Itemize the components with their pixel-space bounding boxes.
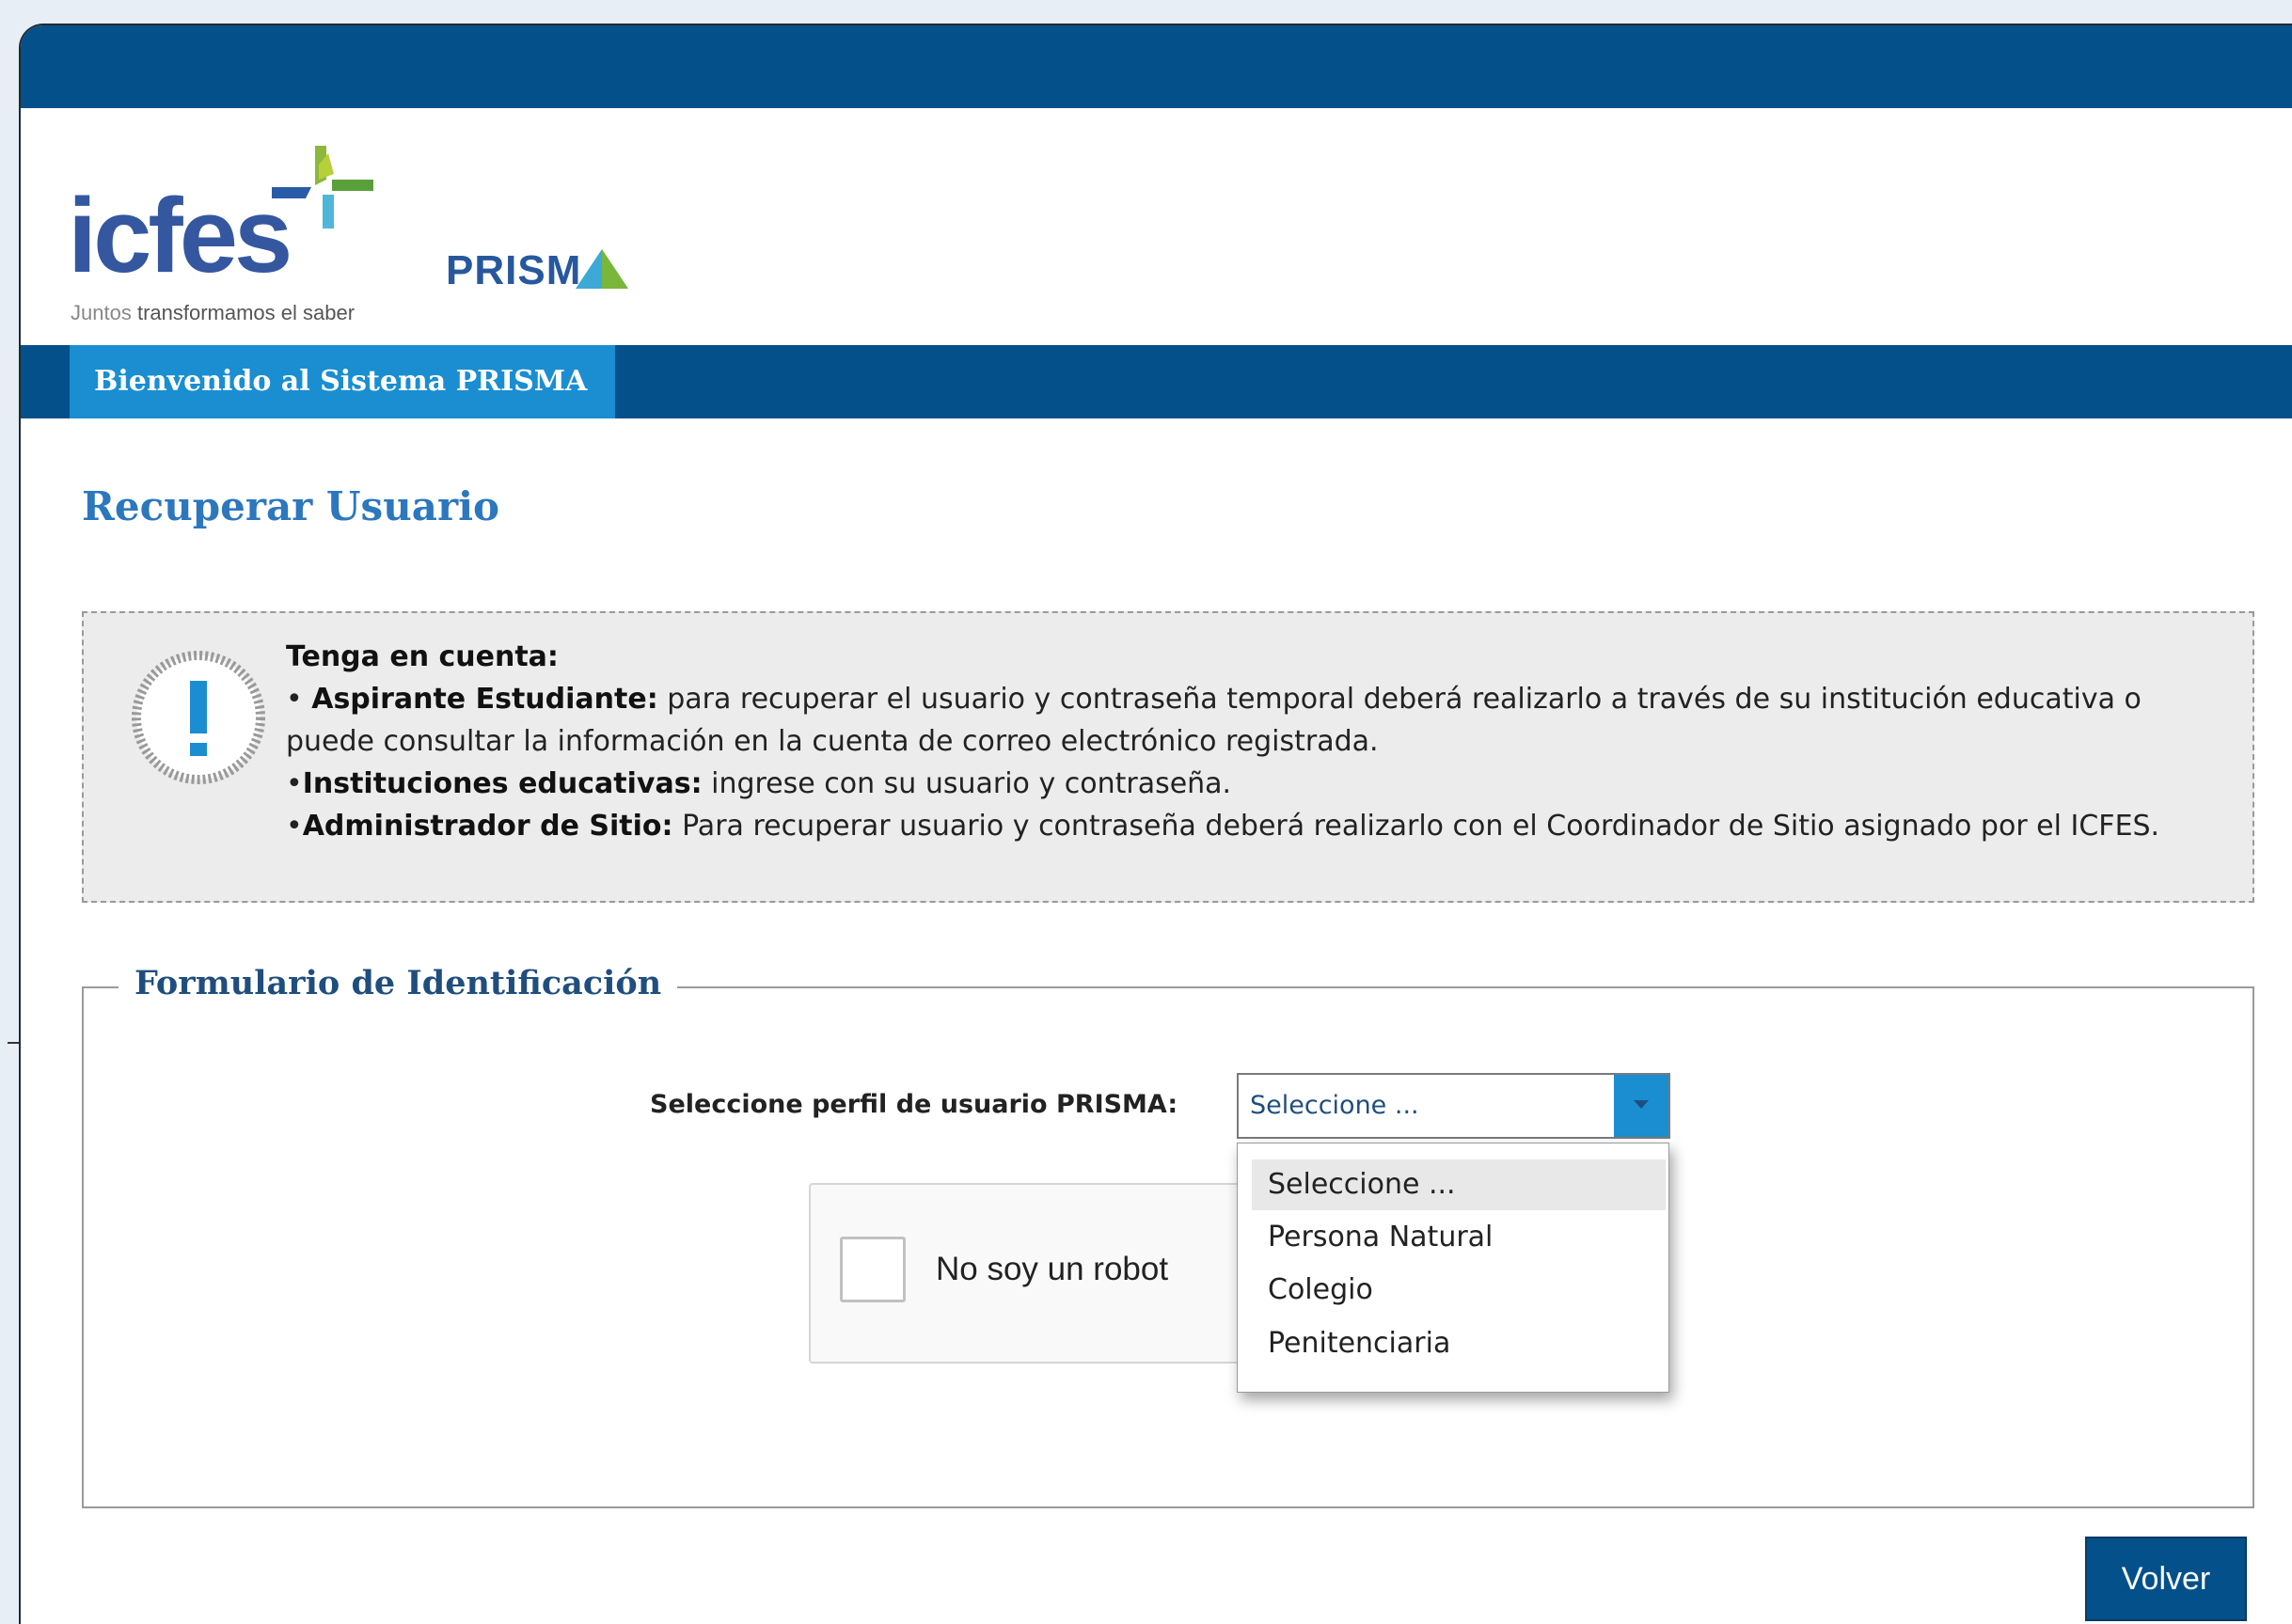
browser-window: icfes Juntos transformamos el saber PRIS… xyxy=(19,24,2292,1624)
dropdown-option[interactable]: Persona Natural xyxy=(1252,1212,1666,1263)
chevron-down-icon[interactable] xyxy=(1614,1075,1668,1137)
notice-item: • Aspirante Estudiante: para recuperar e… xyxy=(286,683,2142,758)
page-title: Recuperar Usuario xyxy=(82,483,500,529)
form-legend: Formulario de Identificación xyxy=(119,964,678,1002)
recaptcha-label: No soy un robot xyxy=(936,1251,1169,1287)
icfes-tagline: Juntos transformamos el saber xyxy=(71,301,356,324)
dropdown-option[interactable]: Colegio xyxy=(1252,1265,1666,1316)
nav-bar: Bienvenido al Sistema PRISMA xyxy=(21,345,2292,418)
alert-exclamation-icon xyxy=(132,651,265,784)
recaptcha-widget: No soy un robot xyxy=(809,1183,1251,1364)
dropdown-option[interactable]: Seleccione ... xyxy=(1252,1159,1666,1210)
profile-dropdown-list: Seleccione ... Persona Natural Colegio P… xyxy=(1237,1143,1669,1393)
profile-select-value: Seleccione ... xyxy=(1250,1091,1419,1120)
notice-text: Tenga en cuenta: • Aspirante Estudiante:… xyxy=(286,636,2233,847)
tab-welcome[interactable]: Bienvenido al Sistema PRISMA xyxy=(70,345,615,418)
profile-select-label: Seleccione perfil de usuario PRISMA: xyxy=(650,1090,1178,1119)
recaptcha-checkbox[interactable] xyxy=(840,1237,906,1302)
notice-item: •Instituciones educativas: ingrese con s… xyxy=(286,767,1232,800)
notice-item: •Administrador de Sitio: Para recuperar … xyxy=(286,810,2160,843)
icfes-plus-logo-icon xyxy=(272,146,373,229)
notice-heading: Tenga en cuenta: xyxy=(286,640,559,673)
notice-box: Tenga en cuenta: • Aspirante Estudiante:… xyxy=(82,611,2254,903)
header-logos: icfes Juntos transformamos el saber PRIS… xyxy=(21,108,2292,345)
profile-select[interactable]: Seleccione ... xyxy=(1237,1073,1670,1139)
back-button[interactable]: Volver xyxy=(2085,1537,2247,1621)
prisma-logo-text: PRISM xyxy=(446,247,582,293)
dropdown-option[interactable]: Penitenciaria xyxy=(1252,1318,1666,1369)
top-bar xyxy=(21,25,2292,108)
identification-form: Formulario de Identificación Seleccione … xyxy=(82,964,2254,1508)
prisma-triangle-logo-icon xyxy=(576,249,628,289)
